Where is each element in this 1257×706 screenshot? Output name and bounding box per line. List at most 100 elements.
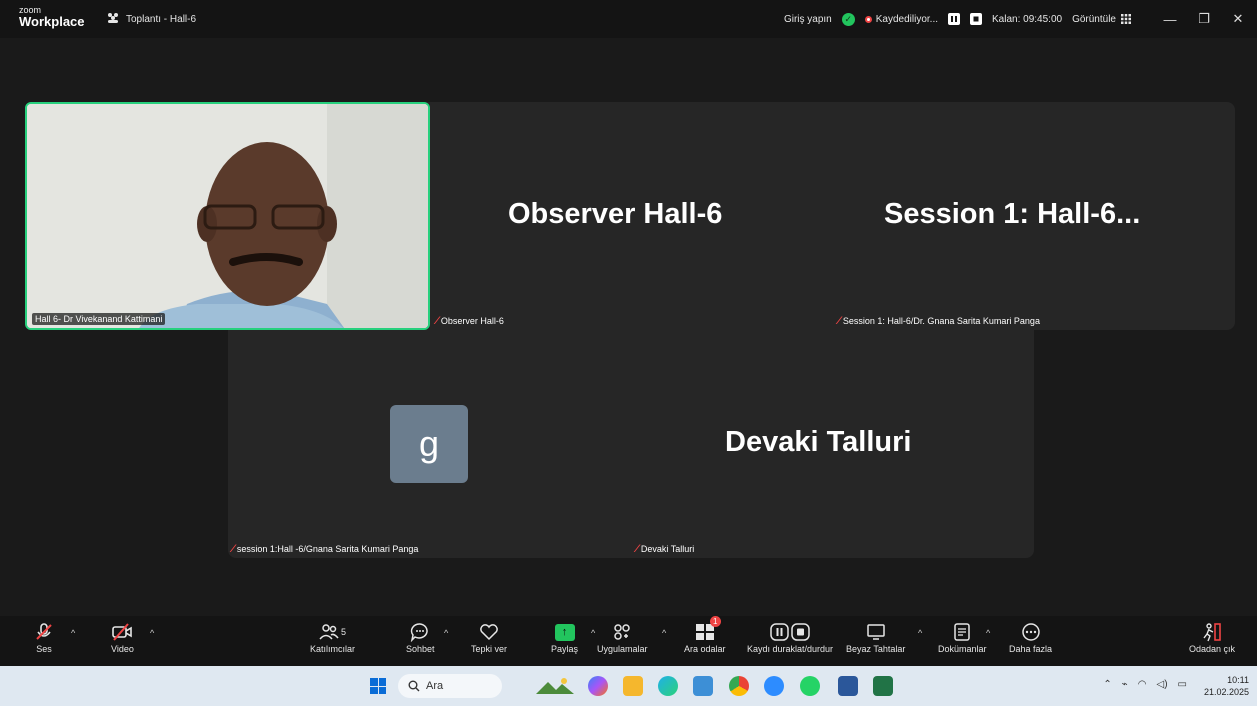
network-icon[interactable]: ⌁ <box>1122 679 1128 690</box>
view-menu[interactable]: Görüntüle <box>1072 14 1131 25</box>
participant-avatar: g <box>390 405 468 483</box>
share-label: Paylaş <box>551 644 579 654</box>
word-icon[interactable] <box>838 676 858 696</box>
sign-in-link[interactable]: Giriş yapın <box>784 14 832 25</box>
share-options-chevron-icon[interactable]: ^ <box>591 628 595 638</box>
more-label: Daha fazla <box>1009 644 1053 654</box>
notepad-icon[interactable] <box>693 676 713 696</box>
camera-off-icon <box>111 620 133 644</box>
file-explorer-icon[interactable] <box>623 676 643 696</box>
document-icon <box>953 620 971 644</box>
leave-label: Odadan çık <box>1189 644 1236 654</box>
observer-name-label: ⁄ Observer Hall-6 <box>436 315 504 327</box>
chat-button[interactable]: Sohbet <box>406 620 435 654</box>
devaki-label-text: Devaki Talluri <box>640 544 695 554</box>
breakout-rooms-button[interactable]: 1 Ara odalar <box>684 616 726 654</box>
meeting-toolbar: Ses ^ Video ^ 5 Katılımcılar Sohbet ^ Te… <box>0 616 1257 666</box>
documents-label: Dokümanlar <box>938 644 987 654</box>
chat-icon <box>410 620 430 644</box>
system-tray: ⌃ ⌁ ◠ ◁) ▭ <box>1103 679 1187 690</box>
chat-options-chevron-icon[interactable]: ^ <box>444 628 448 638</box>
apps-label: Uygulamalar <box>597 644 648 654</box>
volume-icon[interactable]: ◁) <box>1157 679 1168 690</box>
stop-recording-button[interactable] <box>970 13 983 25</box>
participants-label: Katılımcılar <box>310 644 356 654</box>
whiteboards-button[interactable]: Beyaz Tahtalar <box>846 620 905 654</box>
wifi-icon[interactable]: ◠ <box>1138 679 1147 690</box>
mic-muted-icon: ⁄ <box>838 315 840 327</box>
g-name-label: ⁄ session 1:Hall -6/Gnana Sarita Kumari … <box>232 543 418 555</box>
session-name-label: ⁄ Session 1: Hall-6/Dr. Gnana Sarita Kum… <box>838 315 1040 327</box>
react-button[interactable]: Tepki ver <box>471 620 507 654</box>
pause-recording-button[interactable] <box>948 13 961 25</box>
edge-browser-icon[interactable] <box>658 676 678 696</box>
grid-icon <box>1121 14 1131 24</box>
taskbar-search-input[interactable]: Ara <box>398 674 502 698</box>
mic-muted-icon: ⁄ <box>636 543 638 555</box>
clock-date: 21.02.2025 <box>1203 687 1249 697</box>
mic-off-icon <box>34 620 54 644</box>
recording-indicator: Kaydediliyor... <box>864 14 938 25</box>
observer-display-name: Observer Hall-6 <box>508 198 723 230</box>
widget-landscape-icon[interactable] <box>534 676 576 696</box>
restore-button[interactable]: ❐ <box>1189 11 1219 27</box>
windows-taskbar: Ara ⌃ ⌁ ◠ ◁) ▭ 10:11 21.02.2025 <box>0 666 1257 706</box>
video-options-chevron-icon[interactable]: ^ <box>150 628 154 638</box>
participants-icon-wrap: 5 <box>319 620 346 644</box>
documents-options-chevron-icon[interactable]: ^ <box>986 628 990 638</box>
whiteboard-icon <box>866 620 886 644</box>
video-button[interactable]: Video <box>111 620 134 654</box>
participants-icon <box>319 624 339 640</box>
documents-button[interactable]: Dokümanlar <box>938 620 987 654</box>
participants-button[interactable]: 5 Katılımcılar <box>310 620 355 654</box>
share-button[interactable]: ↑ Paylaş <box>551 620 578 654</box>
audio-options-chevron-icon[interactable]: ^ <box>71 628 75 638</box>
view-label: Görüntüle <box>1072 13 1116 25</box>
meeting-info[interactable]: Toplantı - Hall-6 <box>106 12 196 27</box>
devaki-name-label: ⁄ Devaki Talluri <box>636 543 694 555</box>
session-label-text: Session 1: Hall-6/Dr. Gnana Sarita Kumar… <box>842 316 1040 326</box>
copilot-icon[interactable] <box>588 676 608 696</box>
meeting-title: Toplantı - Hall-6 <box>126 14 197 25</box>
title-bar-right: Giriş yapın ✓ Kaydediliyor... Kalan: 09:… <box>784 0 1257 38</box>
participant-video <box>27 104 428 328</box>
apps-button[interactable]: Uygulamalar <box>597 620 648 654</box>
search-icon <box>408 680 420 692</box>
leave-room-button[interactable]: Odadan çık <box>1189 620 1235 654</box>
devaki-display-name: Devaki Talluri <box>725 426 912 458</box>
breakout-badge: 1 <box>709 616 721 627</box>
whatsapp-icon[interactable] <box>800 676 820 696</box>
record-control-button[interactable]: Kaydı duraklat/durdur <box>747 620 833 654</box>
video-label: Video <box>111 644 134 654</box>
battery-icon[interactable]: ▭ <box>1178 679 1187 690</box>
meeting-icon <box>106 12 120 27</box>
participants-count: 5 <box>341 627 347 637</box>
video-tile-vivekanand[interactable]: Hall 6- Dr Vivekanand Kattimani <box>25 102 430 330</box>
tray-overflow-chevron-icon[interactable]: ⌃ <box>1103 679 1111 690</box>
audio-button[interactable]: Ses <box>34 620 54 654</box>
more-button[interactable]: Daha fazla <box>1009 620 1052 654</box>
audio-label: Ses <box>36 644 52 654</box>
share-screen-icon: ↑ <box>554 623 575 641</box>
more-icon <box>1021 620 1041 644</box>
video-name-label: Hall 6- Dr Vivekanand Kattimani <box>32 313 166 325</box>
zoom-app-icon[interactable] <box>764 676 784 696</box>
whiteboards-options-chevron-icon[interactable]: ^ <box>918 628 922 638</box>
apps-icon <box>612 620 632 644</box>
excel-icon[interactable] <box>873 676 893 696</box>
brand-bottom: Workplace <box>19 14 85 29</box>
breakout-icon-wrap: 1 <box>695 616 721 644</box>
mic-muted-icon: ⁄ <box>232 543 234 555</box>
system-clock[interactable]: 10:11 21.02.2025 <box>1204 674 1249 698</box>
minimize-button[interactable]: — <box>1155 12 1185 27</box>
apps-options-chevron-icon[interactable]: ^ <box>662 628 666 638</box>
close-button[interactable]: ✕ <box>1223 11 1253 27</box>
recording-dot-icon <box>864 15 872 23</box>
breakout-label: Ara odalar <box>684 644 726 654</box>
encryption-shield-icon[interactable]: ✓ <box>841 12 855 26</box>
record-label: Kaydı duraklat/durdur <box>747 644 834 654</box>
chrome-icon[interactable] <box>729 676 749 696</box>
clock-time: 10:11 <box>1227 675 1249 685</box>
windows-start-icon[interactable] <box>370 678 386 694</box>
leave-room-icon <box>1202 620 1222 644</box>
